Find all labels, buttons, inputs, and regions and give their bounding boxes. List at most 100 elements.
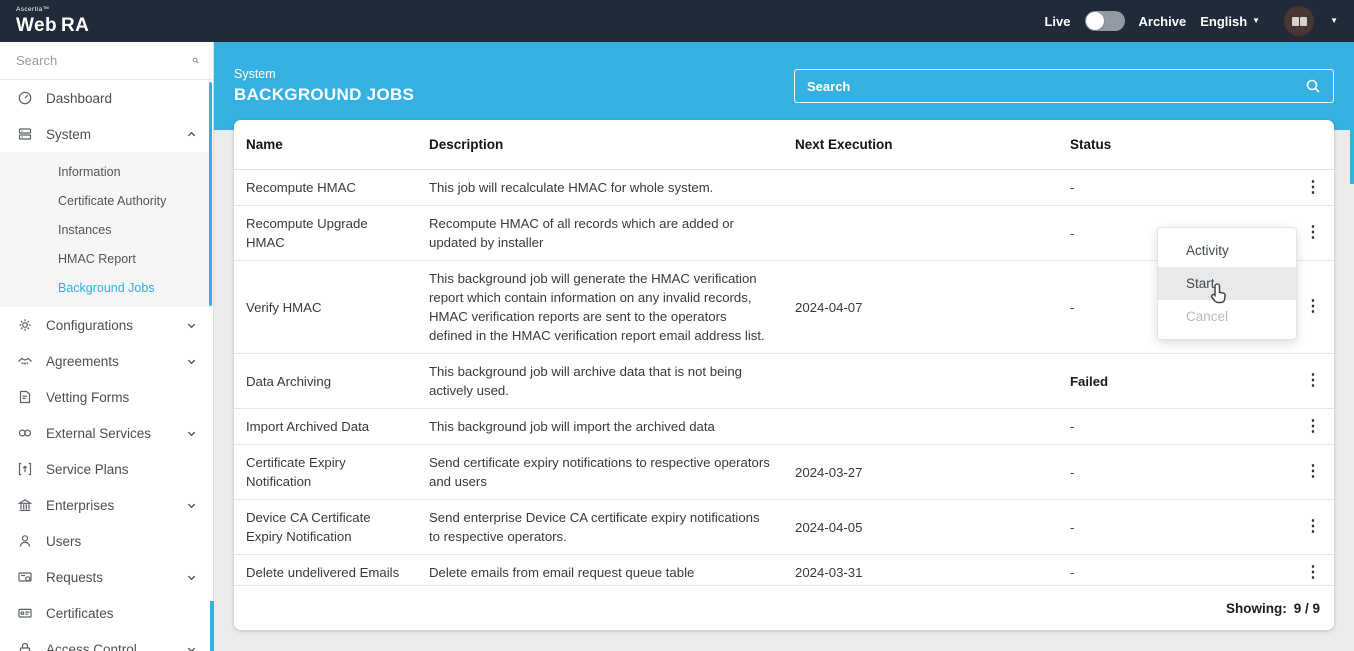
status-cell: - (1058, 170, 1293, 205)
job-description-cell: This background job will generate the HM… (417, 261, 783, 353)
row-actions-menu-button[interactable]: ⋮ (1299, 561, 1327, 585)
next-execution-cell: 2024-04-07 (783, 290, 1058, 325)
sidebar-submenu-system: InformationCertificate AuthorityInstance… (0, 152, 213, 307)
row-actions-menu-button[interactable]: ⋮ (1299, 460, 1327, 484)
sidebar-item-users[interactable]: Users (0, 523, 213, 559)
sidebar-scrollbar-thumb[interactable] (209, 82, 212, 306)
next-execution-cell: 2024-03-27 (783, 455, 1058, 490)
row-actions-menu-button[interactable]: ⋮ (1299, 176, 1327, 200)
sidebar-item-hmac-report[interactable]: HMAC Report (0, 244, 213, 273)
status-cell: - (1058, 455, 1293, 490)
job-name-cell: Delete undelivered Emails (234, 555, 417, 585)
sidebar-item-enterprises[interactable]: Enterprises (0, 487, 213, 523)
language-dropdown[interactable]: English ▼ (1200, 14, 1260, 29)
system-icon (16, 126, 33, 143)
sidebar-item-label: Requests (46, 570, 103, 585)
enterprises-icon (16, 497, 33, 514)
actions-cell: ⋮ (1293, 561, 1333, 585)
requests-icon (16, 569, 33, 586)
row-actions-menu-button[interactable]: ⋮ (1299, 369, 1327, 393)
page-header: System BACKGROUND JOBS (214, 42, 1354, 130)
actions-cell: ⋮ (1293, 176, 1333, 200)
sidebar-item-certificate-authority[interactable]: Certificate Authority (0, 186, 213, 215)
sidebar-item-label: Users (46, 534, 81, 549)
sidebar-item-service-plans[interactable]: Service Plans (0, 451, 213, 487)
chevron-down-icon (186, 572, 197, 583)
background-jobs-table: Name Description Next Execution Status R… (234, 120, 1334, 630)
dashboard-icon (16, 90, 33, 107)
table-footer: Showing: 9 / 9 (234, 585, 1334, 630)
sidebar-search-input[interactable] (16, 53, 192, 68)
sidebar-item-information[interactable]: Information (0, 157, 213, 186)
context-menu-item-activity[interactable]: Activity (1158, 234, 1296, 267)
chevron-down-icon: ▼ (1252, 17, 1260, 25)
search-icon[interactable] (192, 53, 199, 68)
next-execution-cell (783, 373, 1058, 389)
context-menu-item-start[interactable]: Start (1158, 267, 1296, 300)
row-actions-menu-button[interactable]: ⋮ (1299, 221, 1327, 245)
actions-cell: ⋮ (1293, 221, 1333, 245)
row-actions-menu-button[interactable]: ⋮ (1299, 515, 1327, 539)
sidebar-search (0, 42, 213, 80)
column-header-status: Status (1058, 137, 1293, 152)
sidebar-item-dashboard[interactable]: Dashboard (0, 80, 213, 116)
job-description-cell: Recompute HMAC of all records which are … (417, 206, 783, 260)
sidebar-item-label: Service Plans (46, 462, 129, 477)
sidebar-item-label: Dashboard (46, 91, 112, 106)
table-search (794, 69, 1334, 103)
sidebar-item-system[interactable]: System (0, 116, 213, 152)
next-execution-cell (783, 419, 1058, 435)
showing-value: 9 / 9 (1294, 601, 1320, 616)
app-logo: Ascertia™ WebRA (16, 7, 89, 35)
sidebar-item-access-control[interactable]: Access Control (0, 631, 213, 651)
job-description-cell: This job will recalculate HMAC for whole… (417, 170, 783, 205)
live-archive-toggle[interactable] (1085, 11, 1125, 31)
main-content: System BACKGROUND JOBS Name Description … (214, 42, 1354, 651)
job-description-cell: Delete emails from email request queue t… (417, 555, 783, 585)
archive-label: Archive (1139, 14, 1187, 29)
search-icon[interactable] (1305, 78, 1321, 94)
table-row: Import Archived DataThis background job … (234, 409, 1334, 445)
next-execution-cell: 2024-04-05 (783, 510, 1058, 545)
table-row: Certificate Expiry NotificationSend cert… (234, 445, 1334, 500)
toggle-knob (1086, 12, 1104, 30)
job-description-cell: This background job will import the arch… (417, 409, 783, 444)
sidebar-item-instances[interactable]: Instances (0, 215, 213, 244)
sidebar-item-label: Vetting Forms (46, 390, 129, 405)
account-menu-caret-icon[interactable]: ▼ (1330, 17, 1338, 25)
service-plans-icon (16, 461, 33, 478)
row-actions-menu-button[interactable]: ⋮ (1299, 415, 1327, 439)
next-execution-cell (783, 180, 1058, 196)
brand-name: WebRA (16, 15, 89, 36)
sidebar-item-label: Agreements (46, 354, 119, 369)
sidebar-item-requests[interactable]: Requests (0, 559, 213, 595)
column-header-next-execution: Next Execution (783, 137, 1058, 152)
job-name-cell: Device CA Certificate Expiry Notificatio… (234, 500, 417, 554)
breadcrumb: System (234, 67, 414, 81)
job-description-cell: This background job will archive data th… (417, 354, 783, 408)
table-row: Device CA Certificate Expiry Notificatio… (234, 500, 1334, 555)
status-cell: - (1058, 555, 1293, 585)
sidebar-item-label: Configurations (46, 318, 133, 333)
sidebar-item-agreements[interactable]: Agreements (0, 343, 213, 379)
status-cell: - (1058, 510, 1293, 545)
sidebar-item-configurations[interactable]: Configurations (0, 307, 213, 343)
table-header-row: Name Description Next Execution Status (234, 120, 1334, 170)
sidebar-nav: Dashboard System InformationCertificate Au… (0, 80, 213, 651)
actions-cell: ⋮ (1293, 460, 1333, 484)
sidebar-item-label: Access Control (46, 642, 137, 651)
sidebar-item-external-services[interactable]: External Services (0, 415, 213, 451)
page-scrollbar-thumb[interactable] (1350, 44, 1354, 184)
job-description-cell: Send certificate expiry notifications to… (417, 445, 783, 499)
avatar[interactable] (1284, 6, 1314, 36)
row-actions-menu-button[interactable]: ⋮ (1299, 295, 1327, 319)
job-description-cell: Send enterprise Device CA certificate ex… (417, 500, 783, 554)
sidebar-item-background-jobs[interactable]: Background Jobs (0, 273, 213, 302)
sidebar-item-label: System (46, 127, 91, 142)
sidebar-scroll-indicator (210, 601, 214, 651)
sidebar-item-vetting-forms[interactable]: Vetting Forms (0, 379, 213, 415)
next-execution-cell (783, 225, 1058, 241)
sidebar-item-certificates[interactable]: Certificates (0, 595, 213, 631)
table-search-input[interactable] (807, 79, 1305, 94)
table-row: Data ArchivingThis background job will a… (234, 354, 1334, 409)
